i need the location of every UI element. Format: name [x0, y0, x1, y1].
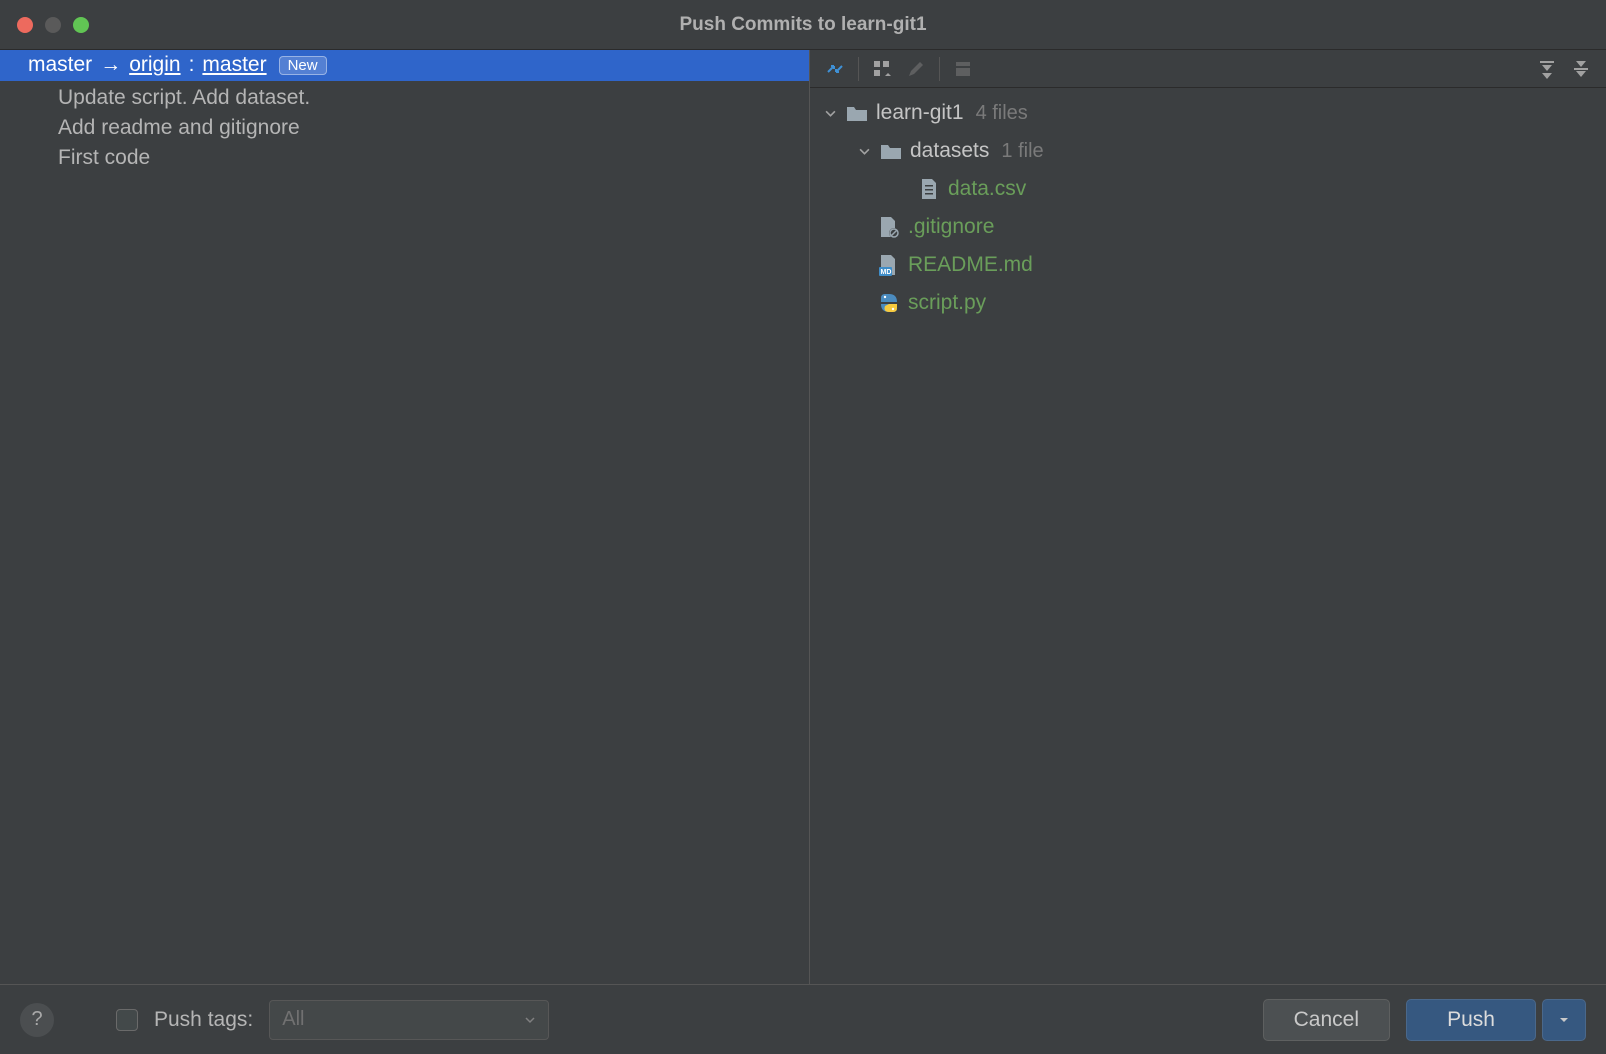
push-tags-checkbox[interactable] [116, 1009, 138, 1031]
edit-icon [899, 54, 933, 84]
files-toolbar [810, 50, 1606, 88]
chevron-down-icon[interactable] [822, 105, 838, 121]
titlebar: Push Commits to learn-git1 [0, 0, 1606, 50]
zoom-window-button[interactable] [73, 17, 89, 33]
help-button[interactable]: ? [20, 1003, 54, 1037]
commits-pane: master → origin : master New Update scri… [0, 50, 810, 984]
gitignore-file-icon [878, 216, 900, 238]
commit-item[interactable]: Update script. Add dataset. [0, 83, 809, 113]
close-window-button[interactable] [17, 17, 33, 33]
window-title: Push Commits to learn-git1 [679, 14, 926, 36]
main-content: master → origin : master New Update scri… [0, 50, 1606, 984]
file-count: 4 files [976, 102, 1028, 125]
files-pane: learn-git1 4 files datasets 1 file data [810, 50, 1606, 984]
file-label: data.csv [948, 177, 1026, 201]
revert-icon [946, 54, 980, 84]
file-label: .gitignore [908, 215, 994, 239]
toolbar-separator [858, 57, 859, 81]
toolbar-separator [939, 57, 940, 81]
push-tags-label: Push tags: [154, 1008, 253, 1032]
chevron-down-icon [524, 1014, 536, 1026]
minimize-window-button[interactable] [45, 17, 61, 33]
caret-down-icon [1558, 1014, 1570, 1026]
cancel-button[interactable]: Cancel [1263, 999, 1390, 1041]
commit-item[interactable]: First code [0, 143, 809, 173]
tree-file[interactable]: .gitignore [810, 208, 1606, 246]
push-tags-combo[interactable]: All [269, 1000, 549, 1040]
file-icon [918, 178, 940, 200]
tree-folder-root[interactable]: learn-git1 4 files [810, 94, 1606, 132]
file-tree: learn-git1 4 files datasets 1 file data [810, 88, 1606, 328]
push-button[interactable]: Push [1406, 999, 1536, 1041]
folder-icon [846, 102, 868, 124]
expand-all-icon[interactable] [1530, 54, 1564, 84]
push-dropdown-button[interactable] [1542, 999, 1586, 1041]
svg-text:MD: MD [881, 269, 892, 276]
collapse-all-icon[interactable] [1564, 54, 1598, 84]
branch-row[interactable]: master → origin : master New [0, 50, 809, 81]
file-label: README.md [908, 253, 1033, 277]
folder-icon [880, 140, 902, 162]
push-button-group: Push [1406, 999, 1586, 1041]
chevron-down-icon[interactable] [856, 143, 872, 159]
commit-item[interactable]: Add readme and gitignore [0, 113, 809, 143]
combo-value: All [282, 1008, 304, 1031]
remote-name[interactable]: origin [129, 53, 180, 77]
python-file-icon [878, 292, 900, 314]
tree-file[interactable]: script.py [810, 284, 1606, 322]
file-count: 1 file [1001, 140, 1043, 163]
dialog-footer: ? Push tags: All Cancel Push [0, 984, 1606, 1054]
remote-branch[interactable]: master [202, 53, 266, 77]
tree-file[interactable]: data.csv [810, 170, 1606, 208]
tree-file[interactable]: MD README.md [810, 246, 1606, 284]
show-diff-icon[interactable] [818, 54, 852, 84]
tree-folder[interactable]: datasets 1 file [810, 132, 1606, 170]
group-by-icon[interactable] [865, 54, 899, 84]
local-branch: master [28, 53, 92, 77]
window-controls [17, 17, 89, 33]
question-icon: ? [31, 1008, 42, 1031]
markdown-file-icon: MD [878, 254, 900, 276]
colon: : [189, 53, 195, 77]
folder-label: datasets [910, 139, 989, 163]
folder-label: learn-git1 [876, 101, 964, 125]
arrow-icon: → [100, 53, 121, 77]
file-label: script.py [908, 291, 986, 315]
new-badge: New [279, 56, 327, 75]
commit-list: Update script. Add dataset. Add readme a… [0, 81, 809, 175]
